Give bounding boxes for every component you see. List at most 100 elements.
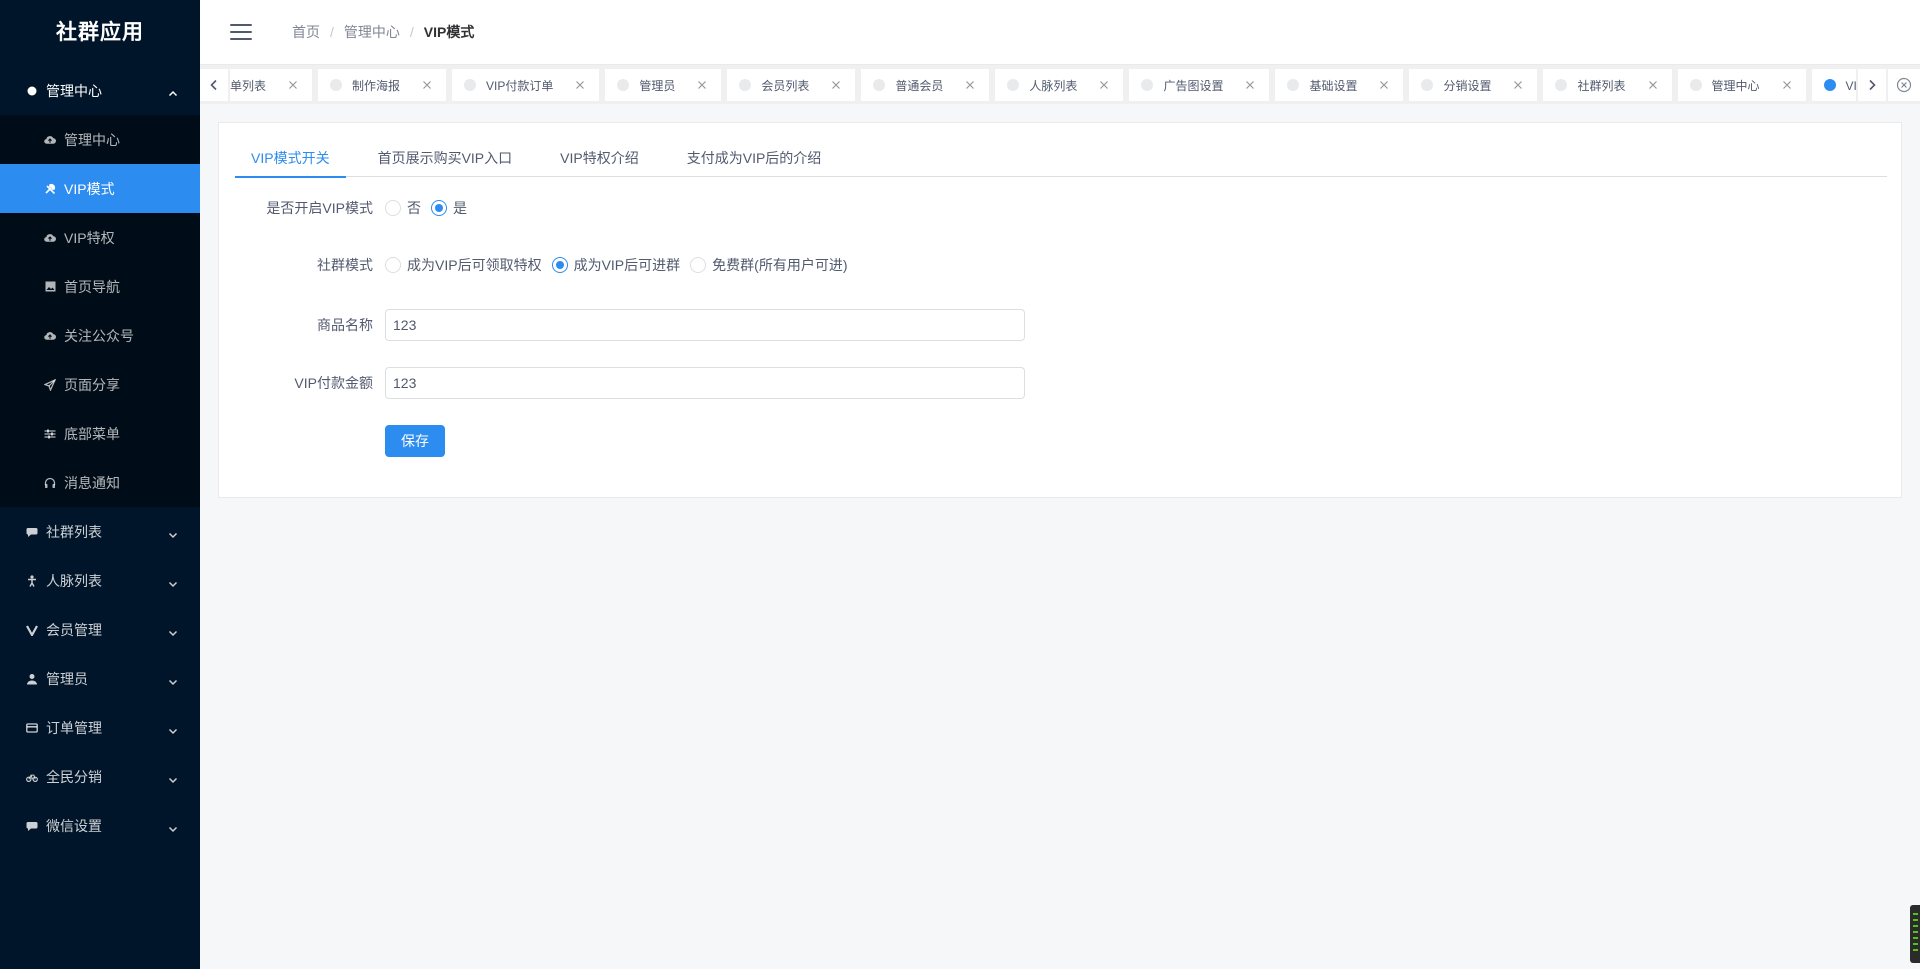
tools-icon [44,183,56,195]
tag-order-list[interactable]: 订单列表 [230,69,313,101]
breadcrumb: 首页 / 管理中心 / VIP模式 [292,22,474,42]
tag-regular-member[interactable]: 普通会员 [861,69,990,101]
sidebar-item-vip-privileges[interactable]: VIP特权 [0,213,200,262]
tag-basic-settings[interactable]: 基础设置 [1275,69,1404,101]
radio-circle-checked [551,257,568,273]
tag-member-list[interactable]: 会员列表 [727,69,856,101]
sidebar-group-label: 订单管理 [46,719,102,736]
sidebar-item-label: VIP模式 [64,180,115,197]
group-mode-radio-free-group[interactable]: 免费群(所有用户可进) [690,255,847,275]
tab-vip-mode-switch[interactable]: VIP模式开关 [235,139,346,178]
sidebar-group-contacts-list[interactable]: 人脉列表 [0,556,200,605]
tag-label: 分销设置 [1443,78,1492,93]
vip-enable-radio-no[interactable]: 否 [385,198,421,218]
tag-community-list[interactable]: 社群列表 [1543,69,1672,101]
sidebar-group-distribution[interactable]: 全民分销 [0,752,200,801]
sidebar-item-vip-mode[interactable]: VIP模式 [0,164,200,213]
top-header: 首页 / 管理中心 / VIP模式 [200,0,1920,64]
sidebar-item-label: 管理中心 [64,131,120,148]
tag-distribution-settings[interactable]: 分销设置 [1409,69,1538,101]
breadcrumb-home[interactable]: 首页 [292,22,320,42]
close-icon[interactable] [1511,78,1525,92]
sidebar-item-admin-center[interactable]: 管理中心 [0,115,200,164]
save-button[interactable]: 保存 [385,425,445,457]
group-mode-radio-claim-privilege[interactable]: 成为VIP后可领取特权 [385,255,542,275]
close-icon[interactable] [963,78,977,92]
sidebar-group-admin-center[interactable]: 管理中心 [0,66,200,115]
tag-label: 社群列表 [1577,78,1626,93]
tag-dot [739,79,752,91]
person-icon [26,574,38,587]
tag-label: 管理中心 [1711,78,1760,93]
vip-amount-input[interactable] [385,367,1025,399]
sidebar-item-home-nav[interactable]: 首页导航 [0,262,200,311]
vip-enable-label: 是否开启VIP模式 [266,200,373,216]
tab-vip-privilege-intro[interactable]: VIP特权介绍 [544,139,655,177]
sidebar-group-order-management[interactable]: 订单管理 [0,703,200,752]
chevron-down-icon [168,674,178,685]
sidebar-item-message-notify[interactable]: 消息通知 [0,458,200,507]
tag-dot [873,79,886,91]
form-row-product-name: 商品名称 [235,309,1025,341]
submenu-admin-center: 管理中心 VIP模式 VIP特权 首页导航 关注公众号 页面分享 底部菜单 消息… [0,115,200,507]
breadcrumb-current: VIP模式 [423,24,475,40]
tags-scroll-right-icon[interactable] [1858,69,1886,101]
tag-banner-settings[interactable]: 广告图设置 [1129,69,1270,101]
close-icon[interactable] [1646,78,1660,92]
close-icon[interactable] [286,78,300,92]
group-mode-radio-join-group[interactable]: 成为VIP后可进群 [551,255,681,275]
radio-label: 否 [407,200,421,216]
close-icon[interactable] [420,78,434,92]
sidebar-group-wechat-settings[interactable]: 微信设置 [0,801,200,850]
circle-icon [26,85,38,97]
sidebar-item-page-share[interactable]: 页面分享 [0,360,200,409]
floating-widget[interactable] [1910,905,1920,963]
menu-toggle-icon[interactable] [230,24,252,40]
tab-home-buy-vip-entry[interactable]: 首页展示购买VIP入口 [362,139,529,177]
cloud-upload-icon [44,330,56,342]
close-icon[interactable] [1243,78,1257,92]
close-icon[interactable] [1377,78,1391,92]
tag-admin-center[interactable]: 管理中心 [1677,69,1806,101]
close-icon[interactable] [573,78,587,92]
form-row-group-mode: 社群模式 成为VIP后可领取特权 成为VIP后可进群 免费群(所有用户可进) [235,255,857,275]
product-name-input[interactable] [385,309,1025,341]
chevron-down-icon [168,772,178,783]
close-icon[interactable] [1097,78,1111,92]
tag-label: 订单列表 [230,78,267,93]
sidebar-item-bottom-menu[interactable]: 底部菜单 [0,409,200,458]
tags-scroll-left-icon[interactable] [200,69,228,101]
tag-vip-payment-orders[interactable]: VIP付款订单 [452,69,600,101]
close-icon[interactable] [829,78,843,92]
vip-enable-radio-yes[interactable]: 是 [431,198,467,218]
sidebar-item-label: 消息通知 [64,474,120,491]
breadcrumb-admin-center[interactable]: 管理中心 [344,22,400,42]
close-icon[interactable] [695,78,709,92]
sidebar-item-label: 页面分享 [64,376,120,393]
sidebar-item-follow-account[interactable]: 关注公众号 [0,311,200,360]
tag-dot [1421,79,1434,91]
tag-label: 广告图设置 [1163,78,1224,93]
tag-administrator[interactable]: 管理员 [605,69,722,101]
radio-label: 成为VIP后可进群 [573,257,681,273]
tag-dot [464,79,477,91]
sidebar-group-member-management[interactable]: 会员管理 [0,605,200,654]
app-logo: 社群应用 [56,21,144,44]
close-all-tags-icon[interactable] [1888,69,1920,101]
tab-after-payment-intro[interactable]: 支付成为VIP后的介绍 [671,139,838,177]
tag-dot [1689,79,1702,91]
tag-vip-mode[interactable]: VIP模式 [1811,69,1856,101]
tag-dot [617,79,630,91]
product-name-label: 商品名称 [317,317,373,333]
sidebar-group-label: 社群列表 [46,523,102,540]
tags-scroll-area: 订单列表 制作海报 VIP付款订单 管理员 会员列表 普通会员 人脉列表 广告图… [230,69,1856,101]
sidebar-group-community-list[interactable]: 社群列表 [0,507,200,556]
close-icon[interactable] [1780,78,1794,92]
tag-contacts-list[interactable]: 人脉列表 [995,69,1124,101]
sidebar-group-label: 人脉列表 [46,572,102,589]
sidebar-group-administrator[interactable]: 管理员 [0,654,200,703]
send-icon [44,378,56,391]
tag-dot [1141,79,1154,91]
chat-icon [26,820,38,832]
tag-make-poster[interactable]: 制作海报 [318,69,447,101]
